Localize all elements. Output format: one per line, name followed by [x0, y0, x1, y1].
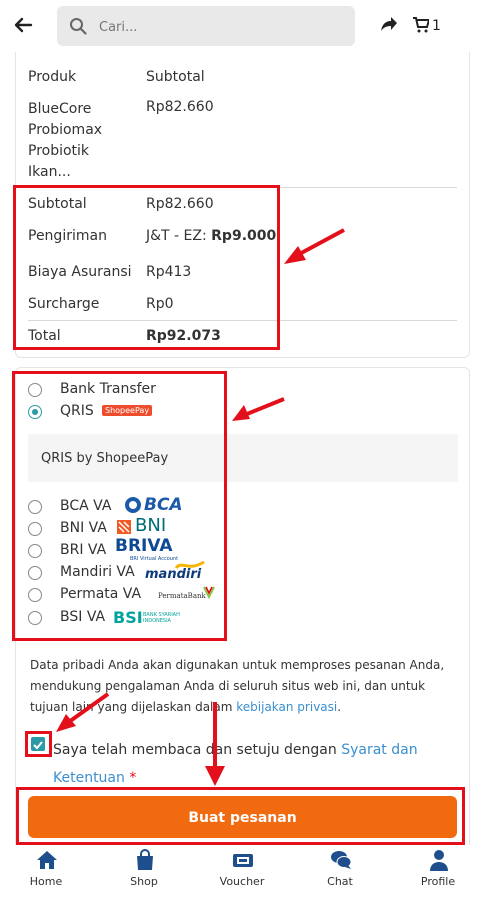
terms-agreement: Saya telah membaca dan setuju dengan Sya…: [53, 736, 453, 792]
search-bar[interactable]: [57, 6, 355, 48]
back-arrow-icon[interactable]: [12, 14, 34, 36]
product-name: BlueCore Probiomax Probiotik Ikan...: [28, 101, 103, 180]
product-price: Rp82.660: [146, 99, 214, 115]
shopping-bag-icon: [137, 849, 153, 870]
column-header-product: Produk: [28, 69, 77, 85]
highlight-box: [13, 185, 280, 350]
top-bar: 1: [0, 0, 485, 52]
share-icon[interactable]: [380, 16, 398, 34]
column-header-subtotal: Subtotal: [146, 69, 205, 85]
highlight-box: [12, 371, 227, 641]
nav-label-shop: Shop: [130, 875, 158, 888]
terms-text: Saya telah membaca dan setuju dengan: [53, 742, 342, 758]
privacy-policy-link[interactable]: kebijakan privasi: [236, 700, 337, 714]
nav-label-chat: Chat: [327, 875, 353, 888]
nav-label-home: Home: [29, 875, 63, 888]
search-input[interactable]: [97, 6, 341, 48]
required-marker: *: [129, 770, 137, 786]
nav-label-profile: Profile: [420, 875, 456, 888]
bottom-navigation: Home Shop Voucher Chat Profile: [0, 845, 485, 897]
cart-count-badge: 1: [432, 18, 441, 34]
annotation-arrow-icon: [232, 397, 285, 421]
chat-icon: [331, 851, 352, 869]
ticket-icon: [233, 854, 253, 867]
highlight-box: [16, 787, 465, 845]
user-icon: [430, 850, 448, 871]
privacy-end: .: [337, 700, 342, 714]
annotation-arrow-icon: [56, 692, 110, 732]
cart-icon[interactable]: [413, 17, 429, 33]
search-icon: [70, 18, 87, 35]
home-icon: [37, 851, 57, 869]
highlight-box: [25, 731, 52, 757]
nav-label-voucher: Voucher: [219, 875, 265, 888]
annotation-arrow-icon: [284, 228, 345, 264]
annotation-arrow-icon: [205, 702, 225, 786]
